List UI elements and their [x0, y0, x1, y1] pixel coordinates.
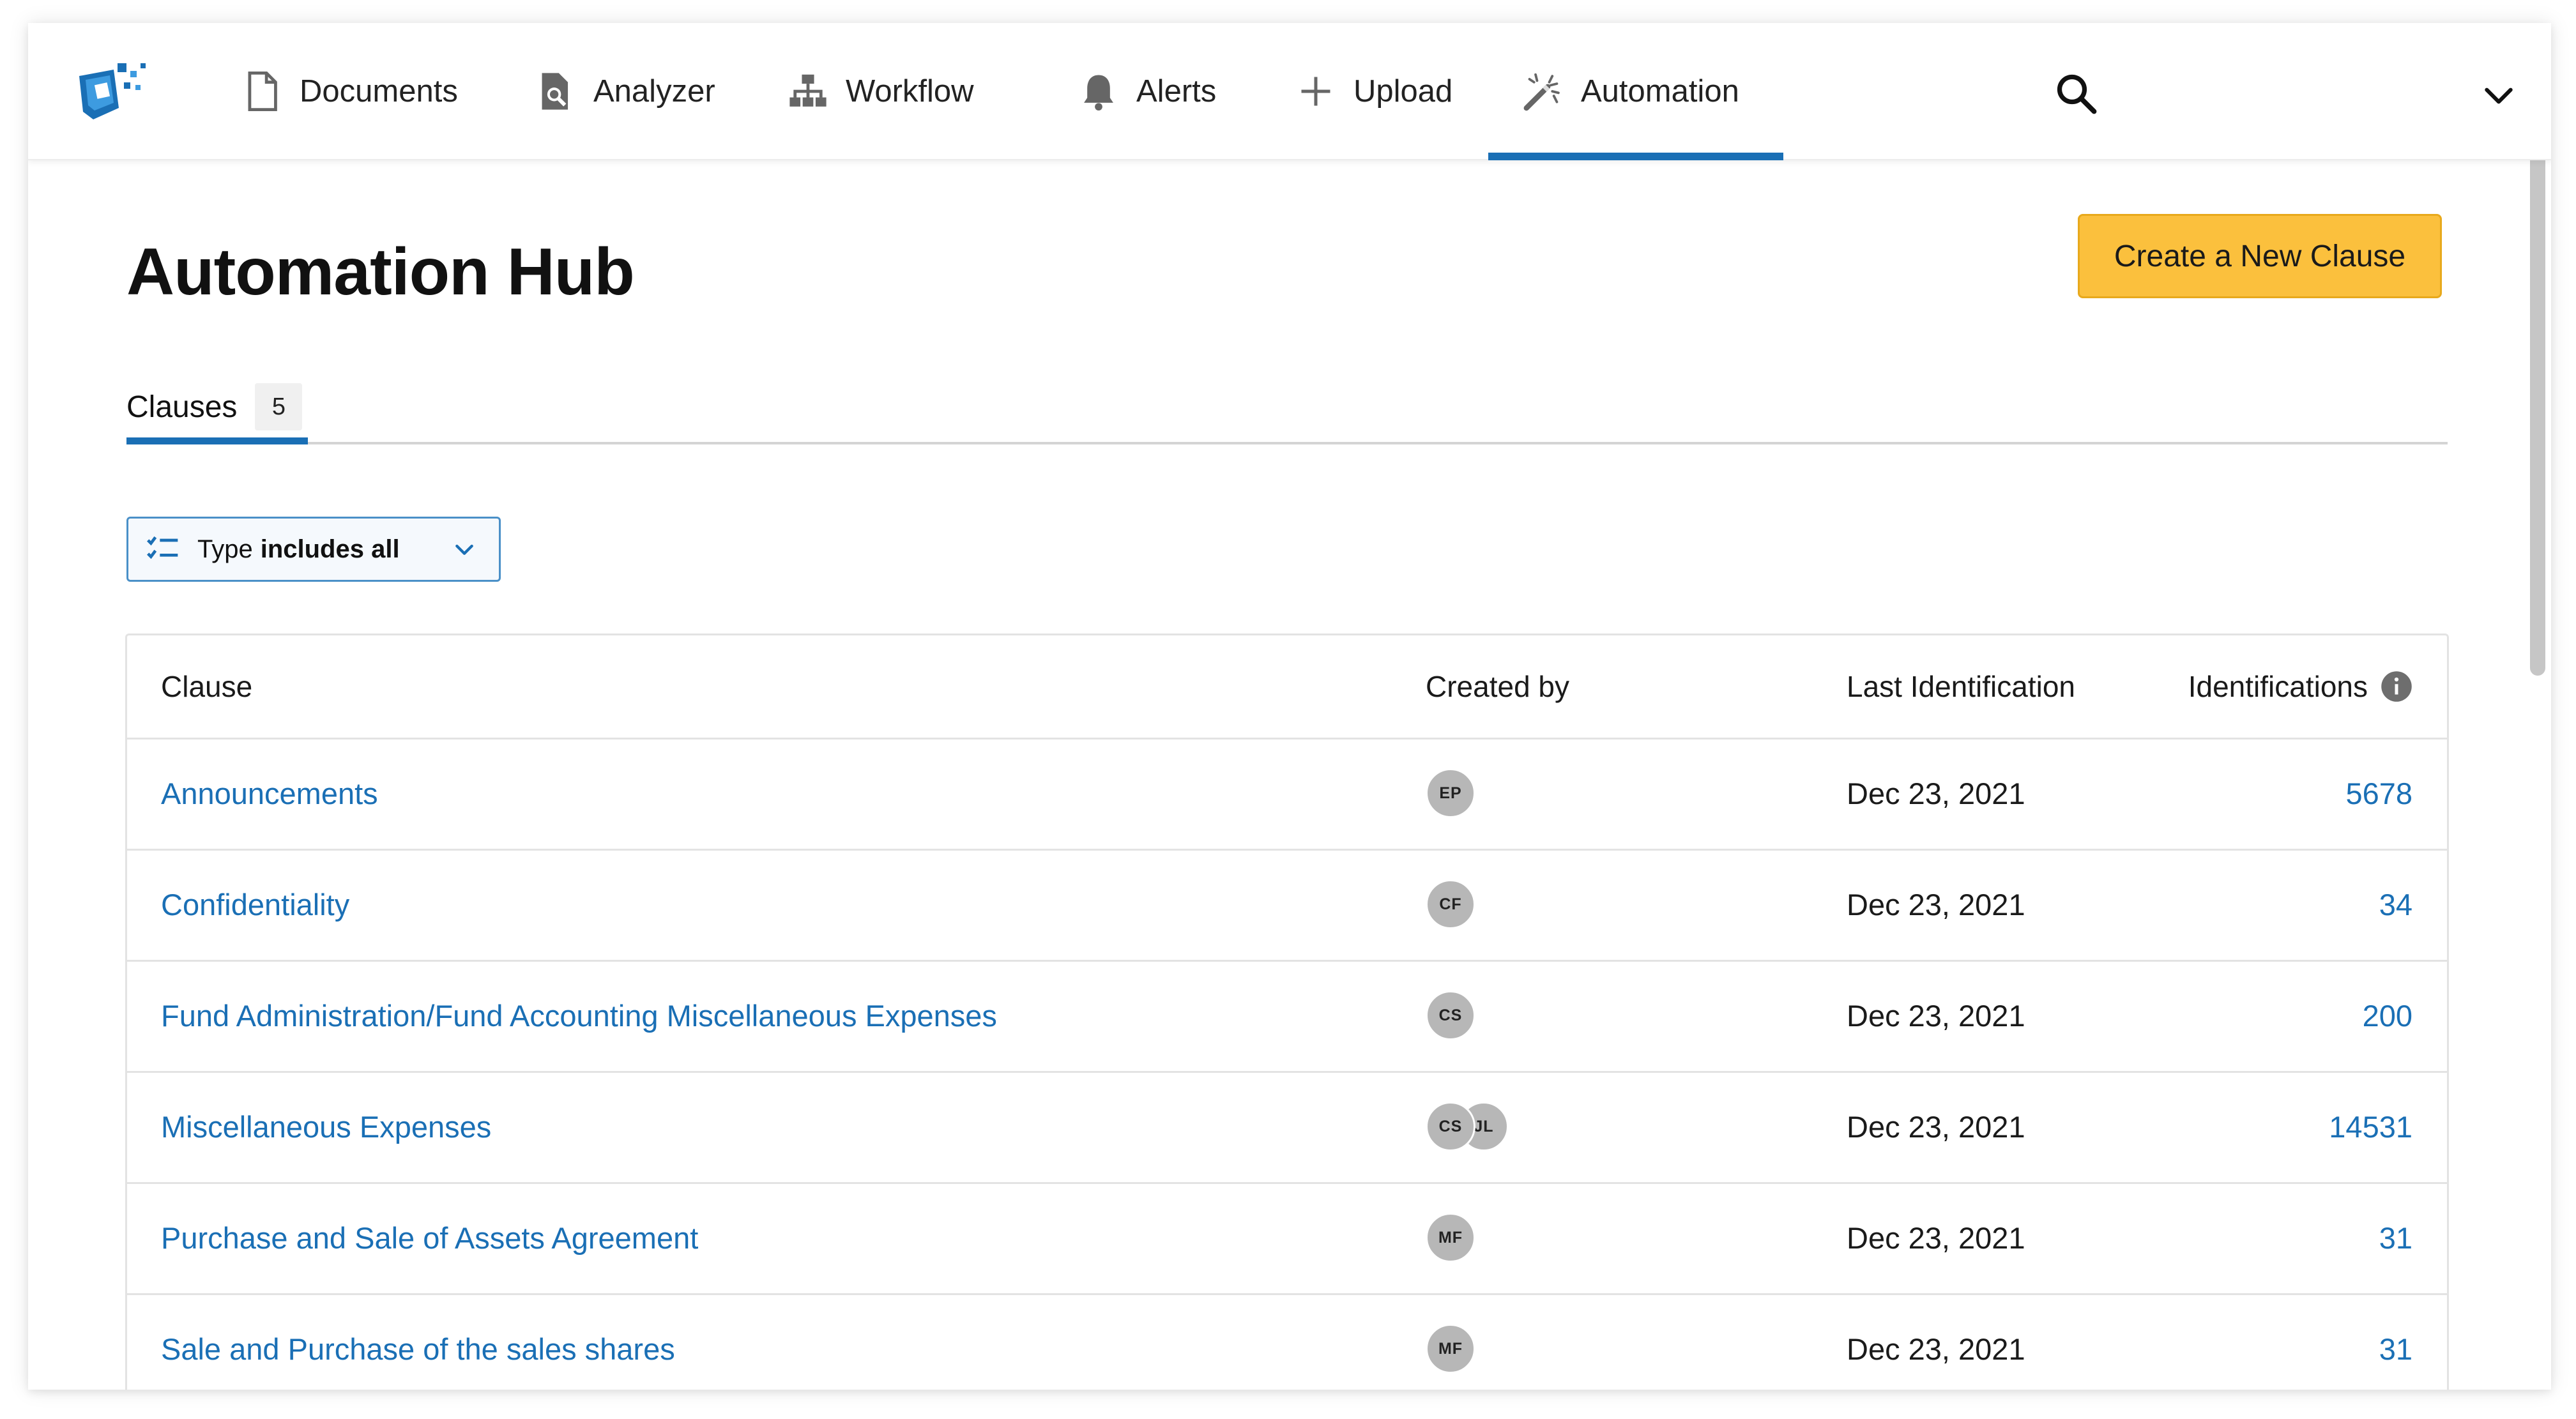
plus-icon [1296, 72, 1336, 111]
clause-link[interactable]: Sale and Purchase of the sales shares [161, 1293, 675, 1390]
vertical-scrollbar[interactable] [2528, 60, 2547, 1248]
last-identification-date: Dec 23, 2021 [1847, 1220, 2025, 1255]
identifications-count-link[interactable]: 34 [2379, 849, 2412, 960]
created-by-avatars: MF [1426, 1182, 1475, 1293]
page-title: Automation Hub [126, 235, 635, 309]
clauses-table: Clause Created by Last Identification Id… [125, 634, 2449, 1390]
identifications-count-link[interactable]: 31 [2379, 1182, 2412, 1293]
column-header-last-identification[interactable]: Last Identification [1847, 635, 2075, 738]
column-header-clause[interactable]: Clause [161, 635, 252, 738]
last-identification-date: Dec 23, 2021 [1847, 887, 2025, 922]
main-content: Automation Hub Create a New Clause Claus… [28, 159, 2551, 1390]
column-header-created-by[interactable]: Created by [1426, 635, 1569, 738]
table-row[interactable]: Miscellaneous Expenses CS JL Dec 23, 2021 14… [127, 1071, 2447, 1184]
filter-operator: includes all [260, 535, 400, 563]
tab-clauses[interactable]: Clauses 5 [126, 372, 308, 444]
chevron-down-icon[interactable] [2481, 78, 2517, 114]
avatar[interactable]: CF [1426, 879, 1475, 929]
identifications-count-link[interactable]: 5678 [2345, 738, 2412, 849]
identifications-count-link[interactable]: 200 [2363, 960, 2412, 1071]
info-icon[interactable] [2381, 671, 2412, 702]
count-badge: 5 [255, 383, 303, 430]
nav-analyzer[interactable]: Analyzer [536, 23, 715, 159]
nav-label: Analyzer [593, 73, 715, 109]
nav-automation[interactable]: Automation [1488, 23, 1783, 160]
created-by-avatars: EP [1426, 738, 1475, 849]
clause-link[interactable]: Fund Administration/Fund Accounting Misc… [161, 960, 997, 1071]
document-icon [242, 71, 282, 111]
avatar[interactable]: CS [1426, 1102, 1475, 1151]
last-identification-date: Dec 23, 2021 [1847, 1332, 2025, 1366]
avatar[interactable]: MF [1426, 1324, 1475, 1374]
filter-field: Type [197, 535, 253, 563]
created-by-avatars: MF [1426, 1293, 1475, 1390]
avatar[interactable]: CS [1426, 990, 1475, 1040]
bell-icon [1079, 72, 1118, 111]
type-filter-dropdown[interactable]: Type includes all [126, 517, 501, 582]
last-identification-date: Dec 23, 2021 [1847, 1109, 2025, 1144]
app-window: Documents Analyzer Workflow Alerts Uploa [28, 23, 2551, 1390]
nav-label: Documents [300, 73, 458, 109]
search-icon[interactable] [2053, 70, 2099, 116]
identifications-count-link[interactable]: 14531 [2329, 1071, 2412, 1182]
nav-label: Upload [1353, 73, 1453, 109]
last-identification-date: Dec 23, 2021 [1847, 776, 2025, 810]
chevron-down-icon [452, 536, 477, 562]
created-by-avatars: CS [1426, 960, 1475, 1071]
nav-workflow[interactable]: Workflow [788, 23, 974, 159]
created-by-avatars: CS JL [1426, 1071, 1509, 1182]
avatar[interactable]: EP [1426, 768, 1475, 818]
avatar[interactable]: MF [1426, 1213, 1475, 1263]
clause-link[interactable]: Confidentiality [161, 849, 349, 960]
tab-label: Clauses [126, 390, 238, 424]
table-row[interactable]: Fund Administration/Fund Accounting Misc… [127, 960, 2447, 1073]
nav-alerts[interactable]: Alerts [1079, 23, 1216, 159]
magic-wand-icon [1523, 72, 1563, 111]
column-header-identifications[interactable]: Identifications [2188, 635, 2412, 738]
table-row[interactable]: Confidentiality CF Dec 23, 2021 34 [127, 849, 2447, 962]
nav-label: Alerts [1136, 73, 1217, 109]
created-by-avatars: CF [1426, 849, 1475, 960]
last-identification-date: Dec 23, 2021 [1847, 998, 2025, 1033]
clause-link[interactable]: Purchase and Sale of Assets Agreement [161, 1182, 698, 1293]
nav-label: Workflow [846, 73, 974, 109]
table-row[interactable]: Purchase and Sale of Assets Agreement MF D… [127, 1182, 2447, 1295]
table-header: Clause Created by Last Identification Id… [127, 635, 2447, 740]
workflow-icon [788, 72, 828, 111]
checklist-icon [145, 531, 181, 567]
header-label: Identifications [2188, 670, 2368, 703]
app-logo[interactable] [74, 58, 157, 128]
tab-bar: Clauses 5 [126, 372, 2448, 444]
create-clause-button[interactable]: Create a New Clause [2078, 214, 2442, 298]
nav-upload[interactable]: Upload [1296, 23, 1452, 159]
top-navigation: Documents Analyzer Workflow Alerts Uploa [28, 23, 2551, 160]
nav-documents[interactable]: Documents [242, 23, 458, 159]
clause-link[interactable]: Announcements [161, 738, 378, 849]
table-row[interactable]: Announcements EP Dec 23, 2021 5678 [127, 738, 2447, 851]
identifications-count-link[interactable]: 31 [2379, 1293, 2412, 1390]
analyzer-icon [536, 72, 575, 111]
nav-label: Automation [1581, 73, 1739, 109]
clause-link[interactable]: Miscellaneous Expenses [161, 1071, 491, 1182]
table-row[interactable]: Sale and Purchase of the sales shares MF D… [127, 1293, 2447, 1390]
